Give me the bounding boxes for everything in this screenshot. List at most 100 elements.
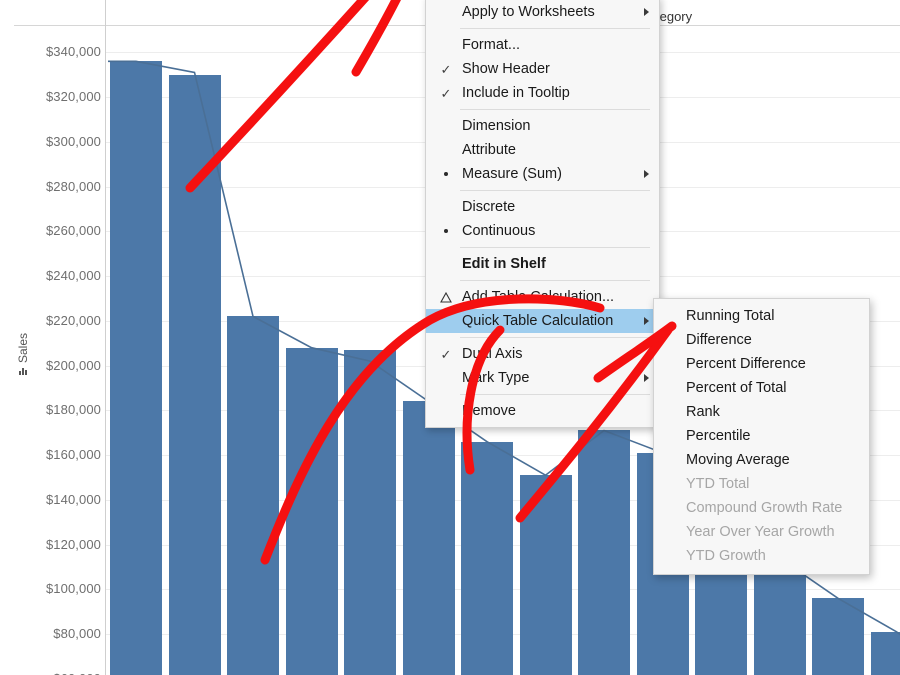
submenu-item-label: Year Over Year Growth	[686, 524, 835, 540]
submenu-item-label: Rank	[686, 404, 720, 420]
submenu-item-running-total[interactable]: Running Total	[654, 304, 869, 328]
submenu-item-percent-difference[interactable]: Percent Difference	[654, 352, 869, 376]
submenu-item-label: Difference	[686, 332, 752, 348]
bar[interactable]	[344, 350, 396, 675]
submenu-item-ytd-growth: YTD Growth	[654, 544, 869, 568]
bar-chart-icon	[19, 367, 27, 375]
menu-item-show-header[interactable]: ✓ Show Header	[426, 57, 659, 81]
menu-item-label: Remove	[462, 403, 516, 419]
menu-item-label: Dual Axis	[462, 346, 523, 362]
menu-item-label: Dimension	[462, 118, 531, 134]
menu-separator	[460, 247, 650, 248]
menu-item-label: Continuous	[462, 223, 536, 239]
menu-item-quick-table-calculation[interactable]: Quick Table Calculation	[426, 309, 659, 333]
delta-icon	[440, 291, 452, 303]
bar[interactable]	[169, 75, 221, 675]
menu-item-label: Format...	[462, 37, 521, 53]
y-axis-tick-label: $140,000	[45, 491, 101, 507]
menu-separator	[460, 280, 650, 281]
submenu-item-moving-average[interactable]: Moving Average	[654, 448, 869, 472]
submenu-item-label: YTD Growth	[686, 548, 766, 564]
y-axis-tick-label: $300,000	[45, 133, 101, 149]
menu-item-add-table-calculation[interactable]: Add Table Calculation...	[426, 285, 659, 309]
y-axis-tick-label: $220,000	[45, 312, 101, 328]
y-axis-tick-label: $320,000	[45, 89, 101, 105]
submenu-item-percent-of-total[interactable]: Percent of Total	[654, 376, 869, 400]
y-axis-line	[105, 0, 106, 675]
tableau-worksheet-screenshot: tegory $340,000 $320,000 $300,000 $280,000 $…	[0, 0, 900, 675]
submenu-item-ytd-total: YTD Total	[654, 472, 869, 496]
menu-item-measure-sum[interactable]: Measure (Sum)	[426, 162, 659, 186]
menu-item-label: Measure (Sum)	[462, 166, 562, 182]
bar[interactable]	[812, 598, 864, 675]
menu-item-label: Add Table Calculation...	[462, 289, 615, 305]
bar[interactable]	[461, 442, 513, 675]
menu-item-discrete[interactable]: Discrete	[426, 195, 659, 219]
y-axis-tick-label: $180,000	[45, 402, 101, 418]
field-context-menu[interactable]: Apply to Worksheets Format... ✓ Show Header…	[425, 0, 660, 428]
menu-item-edit-in-shelf[interactable]: Edit in Shelf	[426, 252, 659, 276]
menu-item-dual-axis[interactable]: ✓ Dual Axis	[426, 342, 659, 366]
y-axis-tick-label: $120,000	[45, 536, 101, 552]
menu-item-format[interactable]: Format...	[426, 33, 659, 57]
menu-separator	[460, 394, 650, 395]
menu-separator	[460, 28, 650, 29]
y-axis-tick-label: $60,000	[5, 671, 101, 675]
submenu-item-label: YTD Total	[686, 476, 750, 492]
bar[interactable]	[754, 558, 806, 675]
y-axis-tick-label: $240,000	[45, 268, 101, 284]
y-axis-tick-label: $80,000	[53, 626, 101, 642]
menu-item-attribute[interactable]: Attribute	[426, 138, 659, 162]
submenu-item-label: Compound Growth Rate	[686, 500, 843, 516]
menu-item-apply-to-worksheets[interactable]: Apply to Worksheets	[426, 0, 659, 24]
menu-item-continuous[interactable]: Continuous	[426, 219, 659, 243]
menu-item-label: Apply to Worksheets	[462, 4, 595, 20]
submenu-item-label: Percent Difference	[686, 356, 806, 372]
bar[interactable]	[578, 430, 630, 675]
menu-item-remove[interactable]: Remove	[426, 399, 659, 423]
checkmark-icon: ✓	[440, 61, 452, 77]
y-axis-tick-label: $260,000	[45, 223, 101, 239]
bar[interactable]	[286, 348, 338, 675]
submenu-item-label: Percent of Total	[686, 380, 787, 396]
menu-item-label: Mark Type	[462, 370, 530, 386]
submenu-item-year-over-year-growth: Year Over Year Growth	[654, 520, 869, 544]
y-axis-tick-label: $340,000	[45, 44, 101, 60]
menu-item-label: Show Header	[462, 61, 550, 77]
submenu-arrow-icon	[644, 8, 649, 16]
checkmark-icon: ✓	[440, 85, 452, 101]
menu-separator	[460, 190, 650, 191]
y-axis-tick-label: $280,000	[45, 178, 101, 194]
y-axis-title-label: Sales	[16, 332, 30, 363]
bar[interactable]	[871, 632, 900, 675]
menu-item-label: Edit in Shelf	[462, 256, 546, 272]
submenu-item-percentile[interactable]: Percentile	[654, 424, 869, 448]
y-axis-title[interactable]: Sales	[16, 333, 30, 375]
menu-item-label: Attribute	[462, 142, 516, 158]
y-axis-tick-label: $100,000	[45, 581, 101, 597]
submenu-item-compound-growth-rate: Compound Growth Rate	[654, 496, 869, 520]
bar[interactable]	[110, 61, 162, 675]
menu-item-label: Discrete	[462, 199, 516, 215]
y-axis-tick-label: $160,000	[45, 447, 101, 463]
bar[interactable]	[227, 316, 279, 675]
submenu-arrow-icon	[644, 317, 649, 325]
submenu-item-rank[interactable]: Rank	[654, 400, 869, 424]
submenu-item-difference[interactable]: Difference	[654, 328, 869, 352]
submenu-item-label: Running Total	[686, 308, 775, 324]
menu-separator	[460, 109, 650, 110]
submenu-arrow-icon	[644, 374, 649, 382]
submenu-arrow-icon	[644, 170, 649, 178]
bar[interactable]	[520, 475, 572, 675]
checkmark-icon: ✓	[440, 346, 452, 362]
radio-dot-icon	[444, 172, 448, 176]
quick-table-calculation-submenu[interactable]: Running Total Difference Percent Differenc…	[653, 298, 870, 575]
bar[interactable]	[403, 401, 455, 675]
menu-item-label: Quick Table Calculation	[462, 313, 614, 329]
menu-item-dimension[interactable]: Dimension	[426, 114, 659, 138]
menu-item-mark-type[interactable]: Mark Type	[426, 366, 659, 390]
radio-dot-icon	[444, 229, 448, 233]
submenu-item-label: Moving Average	[686, 452, 790, 468]
menu-separator	[460, 337, 650, 338]
menu-item-include-in-tooltip[interactable]: ✓ Include in Tooltip	[426, 81, 659, 105]
